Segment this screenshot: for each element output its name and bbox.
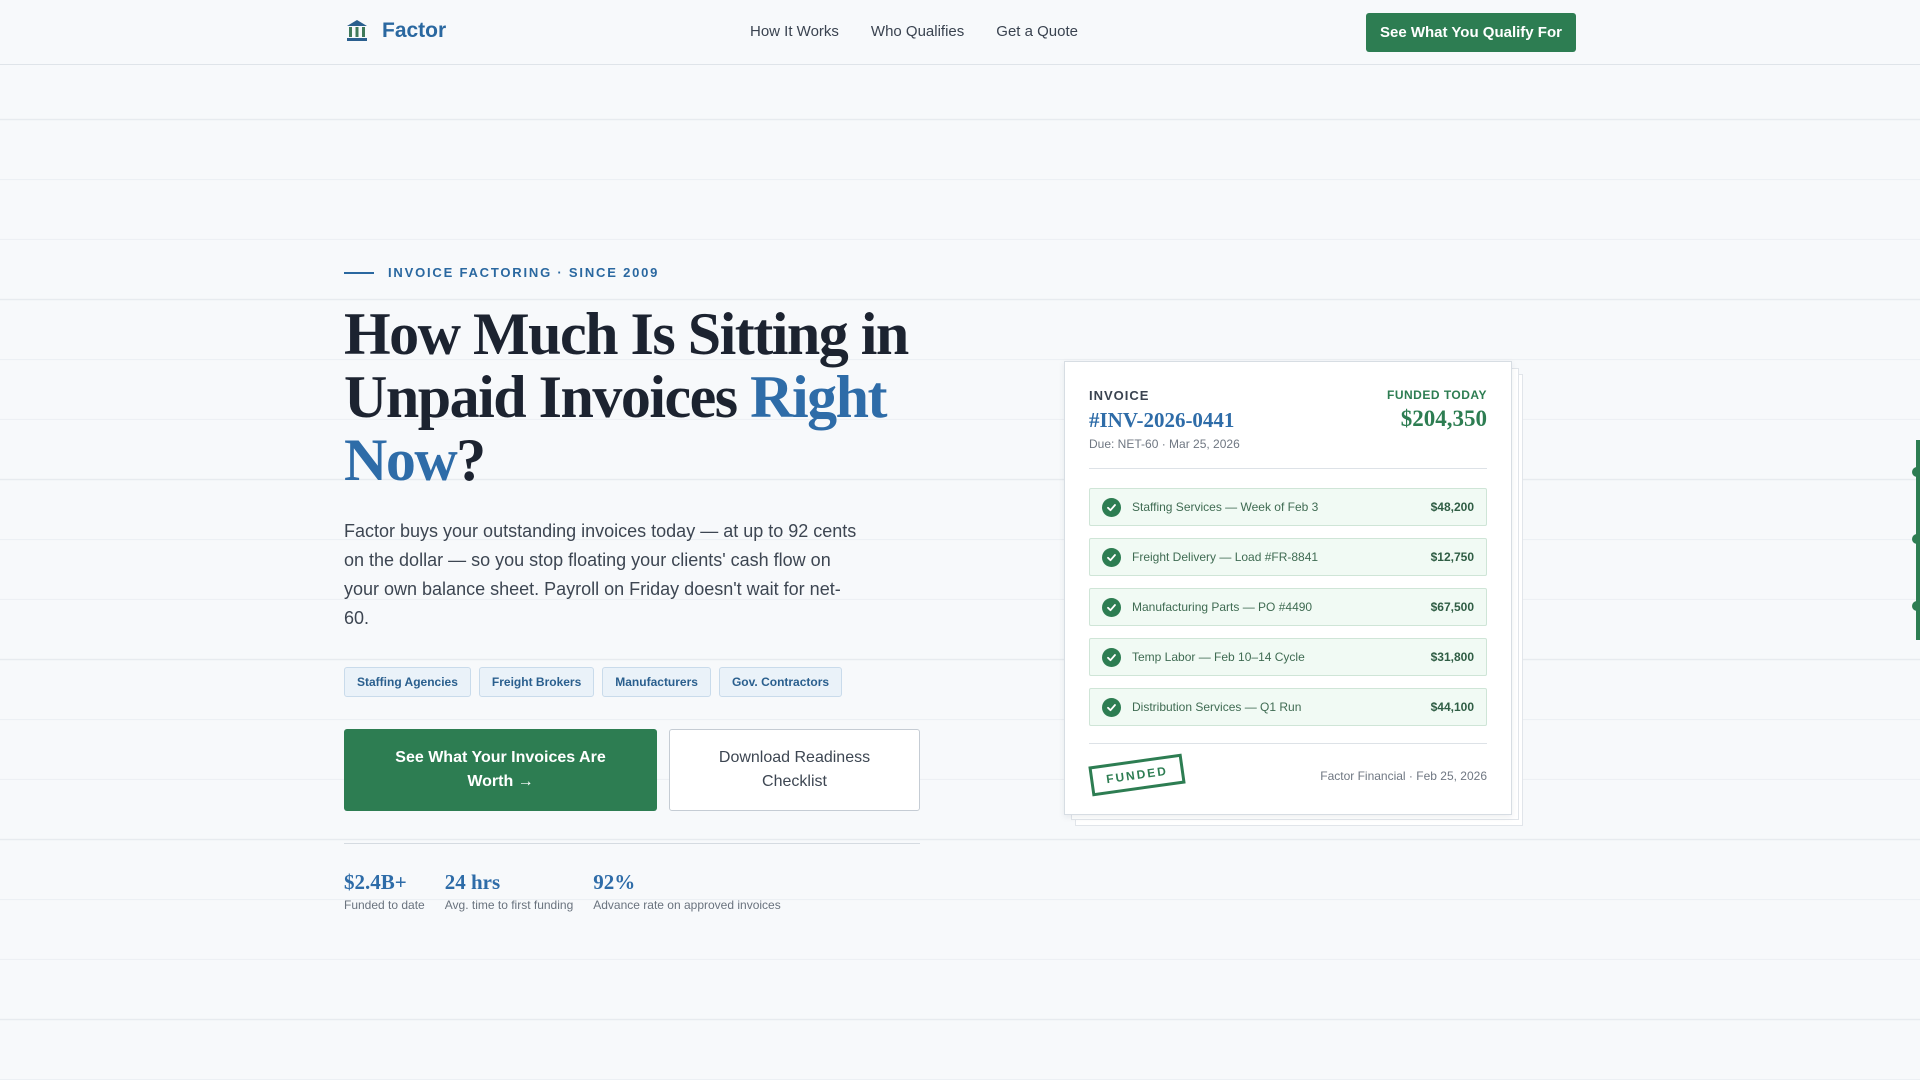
top-nav: Factor How It Works Who Qualifies Get a … [0,0,1920,65]
nav-link-get-a-quote[interactable]: Get a Quote [996,23,1078,40]
invoice-card: INVOICE #INV-2026-0441 Due: NET-60 · Mar… [1064,361,1512,815]
tag-manufacturers: Manufacturers [602,667,711,697]
list-item: Distribution Services — Q1 Run $44,100 [1089,688,1487,726]
invoice-issuer: Factor Financial · Feb 25, 2026 [1320,769,1487,783]
funded-stamp: FUNDED [1088,753,1186,797]
bank-building-icon [347,20,367,41]
stats-divider [344,843,920,844]
check-circle-icon [1102,547,1121,567]
invoices-worth-button[interactable]: See What Your Invoices Are Worth → [344,729,657,811]
invoice-divider [1089,468,1487,469]
nav-link-how-it-works[interactable]: How It Works [750,23,839,40]
page-title: How Much Is Sitting in Unpaid Invoices R… [344,303,944,492]
invoice-number: #INV-2026-0441 [1089,408,1235,432]
invoice-due-date: Due: NET-60 · Mar 25, 2026 [1089,437,1240,451]
stat-label: Funded to date [344,898,425,912]
line-item-amount: $12,750 [1430,550,1474,564]
funded-label: FUNDED TODAY [1386,388,1487,402]
line-item-amount: $44,100 [1430,700,1474,714]
headline-line-1: How Much Is Sitting in [344,301,909,367]
headline-line-2: Unpaid Invoices [344,364,751,430]
tag-staffing-agencies: Staffing Agencies [344,667,471,697]
invoice-label: INVOICE [1089,388,1150,403]
line-item-description: Staffing Services — Week of Feb 3 [1132,500,1319,514]
invoice-divider [1089,743,1487,744]
list-item: Manufacturing Parts — PO #4490 $67,500 [1089,588,1487,626]
tag-freight-brokers: Freight Brokers [478,667,595,697]
line-item-description: Distribution Services — Q1 Run [1132,700,1302,714]
list-item: Staffing Services — Week of Feb 3 $48,20… [1089,488,1487,526]
stats-row: $2.4B+ Funded to date 24 hrs Avg. time t… [344,870,781,912]
qualify-button[interactable]: See What You Qualify For [1366,13,1576,52]
brand-name: Factor [382,19,447,42]
invoice-line-items: Staffing Services — Week of Feb 3 $48,20… [1089,488,1487,738]
line-item-amount: $48,200 [1430,500,1474,514]
line-item-description: Manufacturing Parts — PO #4490 [1132,600,1313,614]
check-circle-icon [1102,647,1121,667]
scroll-dot[interactable] [1912,534,1920,544]
scroll-dot[interactable] [1912,467,1920,477]
line-item-description: Freight Delivery — Load #FR-8841 [1132,550,1319,564]
check-circle-icon [1102,697,1121,717]
hero-description: Factor buys your outstanding invoices to… [344,521,857,628]
line-item-amount: $31,800 [1430,650,1474,664]
list-item: Freight Delivery — Load #FR-8841 $12,750 [1089,538,1487,576]
nav-links: How It Works Who Qualifies Get a Quote [750,23,1078,40]
headline-question-mark: ? [456,427,486,493]
stat-time: 24 hrs Avg. time to first funding [445,870,574,912]
funded-amount: $204,350 [1400,406,1487,431]
eyebrow: INVOICE FACTORING · SINCE 2009 [344,265,659,280]
list-item: Temp Labor — Feb 10–14 Cycle $31,800 [1089,638,1487,676]
check-circle-icon [1102,597,1121,617]
tag-gov-contractors: Gov. Contractors [718,667,843,697]
eyebrow-rule [344,271,374,274]
download-checklist-button[interactable]: Download Readiness Checklist [669,729,920,811]
stat-label: Avg. time to first funding [444,898,574,912]
stat-value: $2.4B+ [344,870,407,894]
stat-value: 24 hrs [444,870,501,894]
stat-funded: $2.4B+ Funded to date [344,870,425,912]
stat-advance-rate: 92% Advance rate on approved invoices [593,870,780,912]
industry-tags: Staffing Agencies Freight Brokers Manufa… [344,667,843,697]
brand-logo[interactable]: Factor [344,18,446,44]
nav-link-who-qualifies[interactable]: Who Qualifies [871,23,964,40]
eyebrow-text: INVOICE FACTORING · SINCE 2009 [388,265,660,280]
stat-label: Advance rate on approved invoices [593,898,781,912]
check-circle-icon [1102,497,1121,517]
scroll-dot[interactable] [1912,601,1920,611]
line-item-amount: $67,500 [1430,600,1474,614]
stat-value: 92% [593,870,636,894]
line-item-description: Temp Labor — Feb 10–14 Cycle [1132,650,1305,664]
